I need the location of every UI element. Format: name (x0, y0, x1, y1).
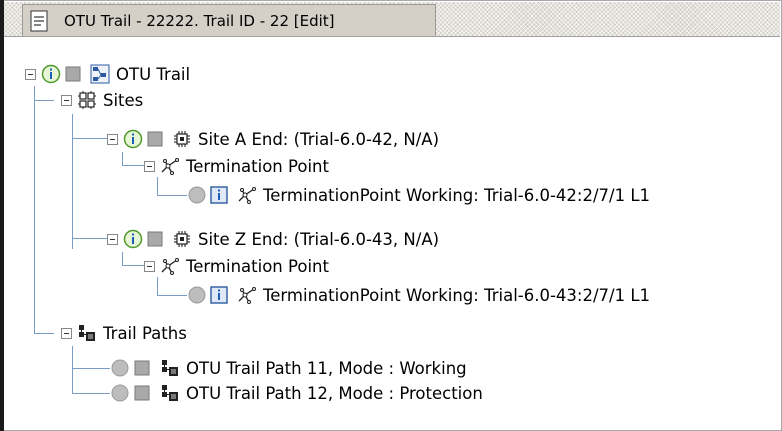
tree-node-label: Termination Point (186, 156, 329, 176)
status-circle-icon (110, 358, 130, 378)
collapse-toggle[interactable] (61, 94, 72, 106)
tree-node-label: TerminationPoint Working: Trial-6.0-43:2… (263, 285, 651, 305)
status-circle-icon (187, 285, 207, 305)
tree-node-root[interactable]: OTU Trail (25, 60, 190, 88)
collapse-toggle[interactable] (144, 260, 155, 272)
tree-node-site-z-tp-group[interactable]: Termination Point (144, 252, 329, 280)
tab-title: OTU Trail - 22222. Trail ID - 22 [Edit] (64, 11, 335, 30)
collapse-toggle[interactable] (61, 327, 72, 339)
tree-connector (34, 100, 54, 101)
tree-node-label: OTU Trail Path 11, Mode : Working (186, 358, 467, 378)
termination-point-icon (237, 185, 257, 205)
tree-node-site-z-tp[interactable]: TerminationPoint Working: Trial-6.0-43:2… (187, 281, 650, 309)
trail-tree: OTU Trail Sites Site A End: (Trial-6.0-4… (4, 37, 780, 429)
tab-otu-trail[interactable]: OTU Trail - 22222. Trail ID - 22 [Edit] (22, 4, 436, 36)
tree-node-label: Site A End: (Trial-6.0-42, N/A) (198, 129, 440, 149)
tree-connector (72, 346, 73, 393)
tree-connector (157, 295, 187, 296)
tree-connector (34, 86, 35, 333)
status-square-icon (132, 358, 152, 378)
tree-connector (122, 152, 123, 165)
tree-connector (72, 368, 110, 369)
tree-node-label: Sites (103, 90, 144, 110)
tab-strip: OTU Trail - 22222. Trail ID - 22 [Edit] (4, 2, 780, 37)
tree-node-label: Trail Paths (103, 323, 187, 343)
site-chip-icon (172, 129, 192, 149)
tree-node-site-a-tp[interactable]: TerminationPoint Working: Trial-6.0-42:2… (187, 181, 650, 209)
tree-node-site-a-tp-group[interactable]: Termination Point (144, 152, 329, 180)
tree-connector (122, 165, 145, 166)
trail-icon (90, 64, 110, 84)
trail-path-icon (160, 358, 180, 378)
tree-node-trail-path[interactable]: OTU Trail Path 11, Mode : Working (110, 354, 467, 382)
trail-path-icon (160, 383, 180, 403)
collapse-toggle[interactable] (107, 233, 118, 245)
termination-point-icon (160, 256, 180, 276)
collapse-toggle[interactable] (25, 68, 36, 80)
info-square-icon[interactable] (209, 285, 229, 305)
tree-node-trail-paths[interactable]: Trail Paths (61, 319, 187, 347)
tree-node-label: TerminationPoint Working: Trial-6.0-42:2… (263, 185, 651, 205)
tree-node-label: OTU Trail (116, 64, 191, 84)
status-square-icon (145, 129, 165, 149)
tree-connector (34, 333, 54, 334)
tree-node-label: Site Z End: (Trial-6.0-43, N/A) (198, 229, 440, 249)
termination-point-icon (237, 285, 257, 305)
sites-grid-icon (77, 90, 97, 110)
tree-node-label: Termination Point (186, 256, 329, 276)
tree-connector (122, 252, 123, 265)
termination-point-icon (160, 156, 180, 176)
trail-path-icon (77, 323, 97, 343)
status-circle-icon (110, 383, 130, 403)
status-square-icon (63, 64, 83, 84)
site-chip-icon (172, 229, 192, 249)
collapse-toggle[interactable] (107, 133, 118, 145)
info-circle-icon[interactable] (123, 129, 143, 149)
status-square-icon (145, 229, 165, 249)
tree-node-label: OTU Trail Path 12, Mode : Protection (186, 383, 483, 403)
tree-node-sites[interactable]: Sites (61, 86, 143, 114)
tree-node-site-a[interactable]: Site A End: (Trial-6.0-42, N/A) (107, 125, 439, 153)
info-circle-icon[interactable] (123, 229, 143, 249)
document-icon (28, 10, 50, 32)
tree-connector (122, 265, 145, 266)
status-circle-icon (187, 185, 207, 205)
info-circle-icon[interactable] (41, 64, 61, 84)
status-square-icon (132, 383, 152, 403)
tree-connector (72, 138, 110, 139)
tree-node-trail-path[interactable]: OTU Trail Path 12, Mode : Protection (110, 379, 483, 407)
tree-connector (72, 238, 110, 239)
info-square-icon[interactable] (209, 185, 229, 205)
tree-connector (72, 114, 73, 249)
tree-connector (157, 195, 187, 196)
tree-node-site-z[interactable]: Site Z End: (Trial-6.0-43, N/A) (107, 225, 439, 253)
collapse-toggle[interactable] (144, 160, 155, 172)
tree-connector (72, 393, 110, 394)
